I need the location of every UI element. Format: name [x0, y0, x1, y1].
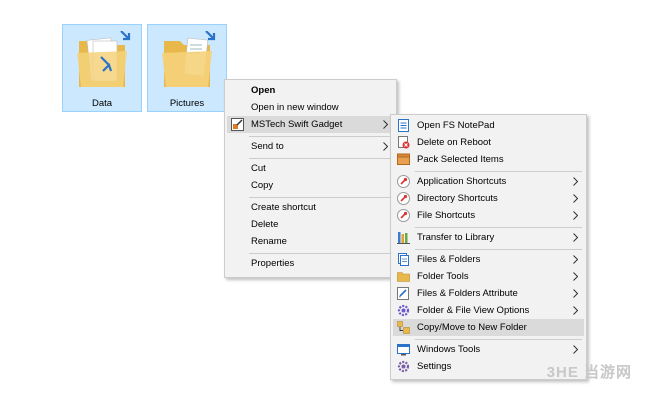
menu-item-copy[interactable]: Copy	[227, 177, 394, 194]
menu-separator	[249, 158, 392, 159]
menu-separator	[249, 253, 392, 254]
submenu-item-label: Transfer to Library	[417, 232, 495, 243]
chevron-right-icon	[573, 255, 578, 264]
pack-icon	[397, 153, 410, 165]
menu-item-label: Open in new window	[251, 102, 339, 113]
submenu-item-file-shortcuts[interactable]: File Shortcuts	[393, 207, 584, 224]
delete-reboot-icon	[398, 136, 410, 149]
attribute-icon	[397, 287, 409, 300]
submenu-item-label: Folder & File View Options	[417, 305, 530, 316]
menu-item-label: Cut	[251, 163, 266, 174]
submenu-item-label: Delete on Reboot	[417, 137, 491, 148]
submenu-item-label: Windows Tools	[417, 344, 481, 355]
menu-item-label: Properties	[251, 258, 295, 269]
desktop-item-label: Data	[91, 98, 113, 109]
submenu-item-folder-tools[interactable]: Folder Tools	[393, 268, 584, 285]
menu-item-label: MSTech Swift Gadget	[251, 119, 343, 130]
submenu-item-label: Settings	[417, 361, 452, 372]
desktop-folder-pictures[interactable]: Pictures	[147, 24, 227, 112]
desktop-folder-data[interactable]: Data	[62, 24, 142, 112]
pin-icon	[397, 209, 410, 222]
chevron-right-icon	[383, 120, 388, 129]
menu-item-label: Create shortcut	[251, 202, 316, 213]
gear-icon	[397, 304, 410, 317]
folder-icon	[397, 272, 410, 282]
settings-icon	[397, 360, 410, 373]
files-icon	[398, 253, 409, 266]
chevron-right-icon	[573, 194, 578, 203]
menu-separator	[415, 249, 582, 250]
folder-icon	[77, 31, 131, 87]
submenu-item-label: Open FS NotePad	[417, 120, 495, 131]
copy-move-icon	[397, 321, 410, 334]
submenu-item-label: Application Shortcuts	[417, 176, 507, 187]
menu-item-delete[interactable]: Delete	[227, 216, 394, 233]
watermark: 3HE 当游网	[546, 364, 632, 381]
chevron-right-icon	[573, 211, 578, 220]
chevron-right-icon	[573, 289, 578, 298]
submenu-item-label: Directory Shortcuts	[417, 193, 498, 204]
submenu-item-label: Folder Tools	[417, 271, 469, 282]
submenu-item-label: Pack Selected Items	[417, 154, 504, 165]
menu-separator	[415, 227, 582, 228]
menu-item-rename[interactable]: Rename	[227, 233, 394, 250]
mstech-gadget-icon	[231, 118, 244, 131]
menu-item-label: Copy	[251, 180, 274, 191]
menu-item-label: Rename	[251, 236, 287, 247]
menu-item-mstech-swift-gadget[interactable]: MSTech Swift Gadget	[227, 116, 394, 133]
submenu-item-copy-move-new-folder[interactable]: Copy/Move to New Folder	[393, 319, 584, 336]
chevron-right-icon	[573, 345, 578, 354]
context-menu: Open Open in new window MSTech Swift Gad…	[224, 79, 397, 278]
submenu-item-files-folders-attribute[interactable]: Files & Folders Attribute	[393, 285, 584, 302]
library-icon	[397, 232, 410, 244]
menu-item-cut[interactable]: Cut	[227, 160, 394, 177]
chevron-right-icon	[573, 233, 578, 242]
menu-separator	[249, 136, 392, 137]
submenu-item-pack-selected[interactable]: Pack Selected Items	[393, 151, 584, 168]
menu-separator	[415, 339, 582, 340]
submenu-item-label: Files & Folders	[417, 254, 481, 265]
submenu-item-label: Files & Folders Attribute	[417, 288, 518, 299]
submenu-item-directory-shortcuts[interactable]: Directory Shortcuts	[393, 190, 584, 207]
menu-item-open[interactable]: Open	[227, 82, 394, 99]
menu-item-open-new-window[interactable]: Open in new window	[227, 99, 394, 116]
swift-gadget-submenu: Open FS NotePad Delete on Reboot Pack Se…	[390, 114, 587, 380]
folder-icon	[162, 31, 216, 87]
chevron-right-icon	[573, 177, 578, 186]
windows-tools-icon	[397, 344, 410, 356]
submenu-item-application-shortcuts[interactable]: Application Shortcuts	[393, 173, 584, 190]
menu-item-send-to[interactable]: Send to	[227, 138, 394, 155]
menu-item-create-shortcut[interactable]: Create shortcut	[227, 199, 394, 216]
pin-icon	[397, 192, 410, 205]
menu-separator	[415, 171, 582, 172]
pin-icon	[397, 175, 410, 188]
chevron-right-icon	[573, 306, 578, 315]
chevron-right-icon	[383, 142, 388, 151]
menu-separator	[249, 197, 392, 198]
menu-item-label: Open	[251, 85, 276, 96]
desktop-item-label: Pictures	[169, 98, 205, 109]
notepad-icon	[398, 119, 409, 132]
menu-item-label: Delete	[251, 219, 279, 230]
submenu-item-label: File Shortcuts	[417, 210, 476, 221]
submenu-item-files-folders[interactable]: Files & Folders	[393, 251, 584, 268]
chevron-right-icon	[573, 272, 578, 281]
submenu-item-delete-on-reboot[interactable]: Delete on Reboot	[393, 134, 584, 151]
submenu-item-open-fs-notepad[interactable]: Open FS NotePad	[393, 117, 584, 134]
menu-item-label: Send to	[251, 141, 284, 152]
menu-item-properties[interactable]: Properties	[227, 255, 394, 272]
submenu-item-transfer-to-library[interactable]: Transfer to Library	[393, 229, 584, 246]
submenu-item-view-options[interactable]: Folder & File View Options	[393, 302, 584, 319]
submenu-item-windows-tools[interactable]: Windows Tools	[393, 341, 584, 358]
submenu-item-label: Copy/Move to New Folder	[417, 322, 527, 333]
